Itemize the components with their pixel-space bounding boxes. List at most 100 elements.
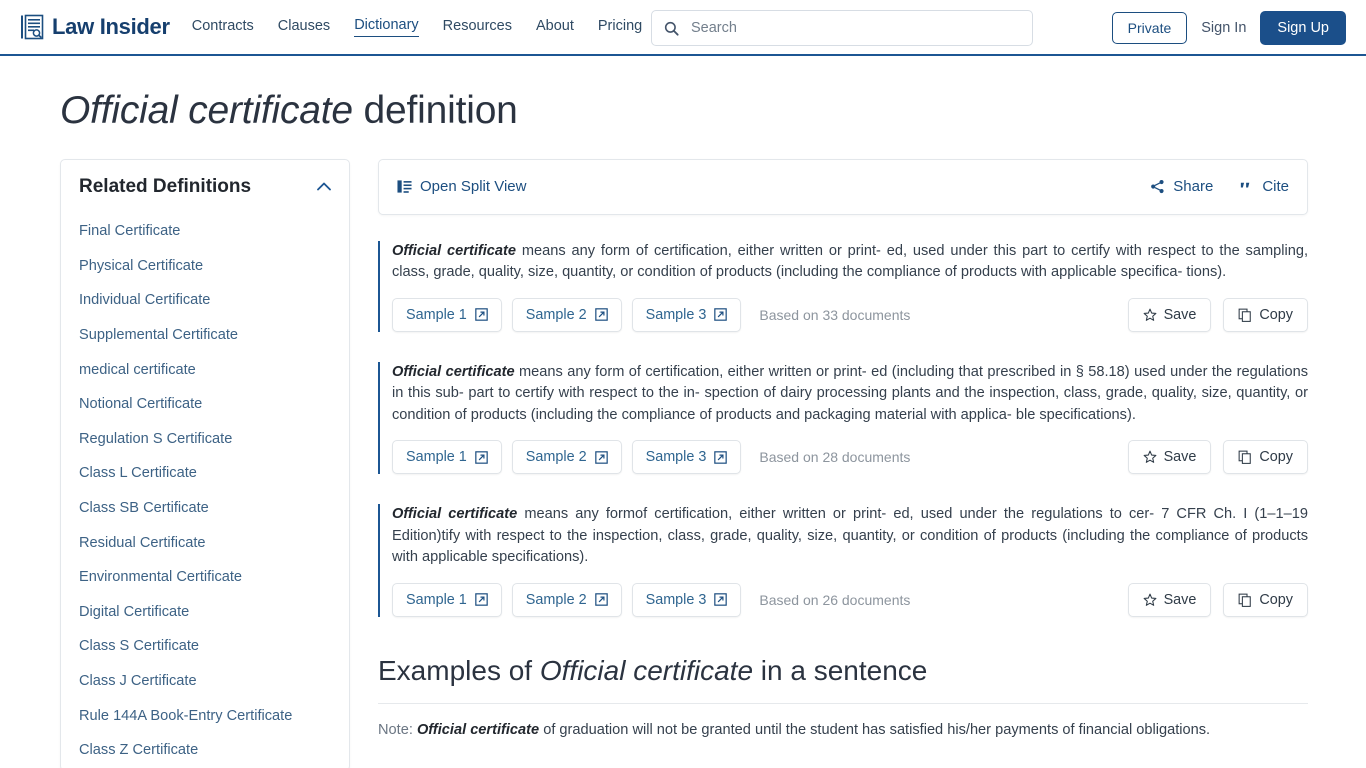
- sample-2-button[interactable]: Sample 2: [511, 440, 622, 475]
- definition-actions: Sample 1 Sample 2: [392, 297, 1308, 332]
- sample-3-button[interactable]: Sample 3: [631, 297, 742, 332]
- external-link-icon: [714, 451, 728, 464]
- site-header: Law Insider Contracts Clauses Dictionary…: [0, 0, 1366, 56]
- page-title-suffix: definition: [352, 89, 518, 132]
- open-split-view-button[interactable]: Open Split View: [397, 178, 526, 195]
- definition-term: Official certificate: [392, 506, 518, 523]
- sample-3-label: Sample 3: [645, 591, 707, 608]
- definition-card: Official certificate means any form of c…: [378, 240, 1308, 332]
- sample-2-button[interactable]: Sample 2: [511, 582, 622, 617]
- share-icon: [1150, 179, 1165, 194]
- sample-2-button[interactable]: Sample 2: [511, 297, 622, 332]
- sidebar-item-supplemental-certificate[interactable]: Supplemental Certificate: [79, 318, 331, 353]
- sidebar-item-class-l-certificate[interactable]: Class L Certificate: [79, 456, 331, 491]
- external-link-icon: [594, 451, 608, 464]
- related-definitions-header[interactable]: Related Definitions: [61, 176, 349, 198]
- sidebar-item-regulation-s-certificate[interactable]: Regulation S Certificate: [79, 421, 331, 456]
- sample-1-button[interactable]: Sample 1: [392, 440, 502, 475]
- nav-item-resources[interactable]: Resources: [443, 18, 512, 37]
- sample-1-label: Sample 1: [406, 449, 467, 466]
- definition-card: Official certificate means any formof ce…: [378, 504, 1308, 617]
- sample-1-label: Sample 1: [406, 591, 467, 608]
- copy-button[interactable]: Copy: [1223, 297, 1308, 332]
- main-content: Open Split View Share Cite Official cert…: [378, 158, 1308, 756]
- main-nav: Contracts Clauses Dictionary Resources A…: [192, 17, 642, 37]
- page-title: Official certificate definition: [0, 56, 1366, 133]
- save-button[interactable]: Save: [1127, 297, 1212, 332]
- sample-3-button[interactable]: Sample 3: [631, 440, 742, 475]
- nav-item-clauses[interactable]: Clauses: [278, 18, 330, 37]
- nav-item-dictionary[interactable]: Dictionary: [354, 17, 419, 37]
- chevron-up-icon[interactable]: [317, 182, 331, 191]
- sidebar-item-notional-certificate[interactable]: Notional Certificate: [79, 387, 331, 422]
- sidebar-item-individual-certificate[interactable]: Individual Certificate: [79, 283, 331, 318]
- sample-1-button[interactable]: Sample 1: [392, 297, 502, 332]
- brand-name: Law Insider: [52, 14, 170, 39]
- save-label: Save: [1163, 591, 1197, 608]
- based-on-documents: Based on 28 documents: [759, 449, 911, 466]
- cite-button[interactable]: Cite: [1239, 178, 1289, 195]
- external-link-icon: [594, 593, 608, 607]
- nav-item-pricing[interactable]: Pricing: [598, 18, 642, 37]
- sidebar-item-class-sb-certificate[interactable]: Class SB Certificate: [79, 491, 331, 526]
- example-note-text: of graduation will not be granted until …: [539, 721, 1211, 738]
- example-note-term: Official certificate: [416, 721, 540, 738]
- search-icon: [664, 21, 679, 36]
- copy-label: Copy: [1259, 306, 1293, 323]
- brand-logo[interactable]: Law Insider: [20, 14, 170, 40]
- external-link-icon: [475, 308, 488, 322]
- copy-button[interactable]: Copy: [1223, 440, 1308, 475]
- based-on-documents: Based on 33 documents: [759, 306, 911, 323]
- share-button[interactable]: Share: [1150, 178, 1213, 195]
- sample-2-label: Sample 2: [525, 591, 587, 608]
- external-link-icon: [475, 451, 488, 464]
- sidebar-item-digital-certificate[interactable]: Digital Certificate: [79, 594, 331, 629]
- save-button[interactable]: Save: [1127, 440, 1212, 475]
- quote-icon: [1239, 179, 1254, 194]
- sample-3-label: Sample 3: [645, 306, 707, 323]
- sample-3-button[interactable]: Sample 3: [631, 582, 742, 617]
- nav-item-contracts[interactable]: Contracts: [192, 18, 254, 37]
- sign-in-link[interactable]: Sign In: [1201, 20, 1246, 36]
- sample-1-button[interactable]: Sample 1: [392, 582, 502, 617]
- sidebar-item-physical-certificate[interactable]: Physical Certificate: [79, 248, 331, 283]
- copy-icon: [1238, 450, 1252, 465]
- sidebar-item-class-s-certificate[interactable]: Class S Certificate: [79, 629, 331, 664]
- definition-term: Official certificate: [392, 242, 517, 259]
- header-actions: Private Sign In Sign Up: [1111, 0, 1346, 56]
- split-view-icon: [397, 179, 412, 194]
- sidebar-item-environmental-certificate[interactable]: Environmental Certificate: [79, 560, 331, 595]
- search-box[interactable]: [651, 10, 1033, 46]
- private-button[interactable]: Private: [1111, 12, 1188, 44]
- sample-1-label: Sample 1: [406, 306, 467, 323]
- cite-label: Cite: [1262, 178, 1289, 196]
- definition-text: Official certificate means any formof ce…: [392, 504, 1308, 569]
- search-input[interactable]: [689, 19, 1020, 37]
- copy-button[interactable]: Copy: [1223, 582, 1308, 617]
- based-on-documents: Based on 26 documents: [759, 591, 911, 608]
- sidebar-item-class-j-certificate[interactable]: Class J Certificate: [79, 664, 331, 699]
- external-link-icon: [594, 308, 608, 322]
- save-label: Save: [1163, 306, 1197, 323]
- open-split-view-label: Open Split View: [420, 178, 527, 196]
- page-title-term: Official certificate: [60, 89, 353, 132]
- examples-heading-term: Official certificate: [539, 654, 754, 686]
- examples-heading-suffix: in a sentence: [753, 654, 928, 686]
- sample-2-label: Sample 2: [525, 306, 587, 323]
- nav-item-about[interactable]: About: [536, 18, 574, 37]
- examples-section: Examples of Official certificate in a se…: [378, 655, 1308, 741]
- sidebar-item-residual-certificate[interactable]: Residual Certificate: [79, 525, 331, 560]
- copy-label: Copy: [1259, 449, 1293, 466]
- save-button[interactable]: Save: [1127, 582, 1212, 617]
- definition-term: Official certificate: [392, 363, 515, 380]
- sidebar-item-rule-144a-book-entry-certificate[interactable]: Rule 144A Book-Entry Certificate: [79, 698, 331, 733]
- definition-body: means any form of certification, either …: [392, 363, 1308, 423]
- sign-up-button[interactable]: Sign Up: [1260, 11, 1346, 45]
- external-link-icon: [714, 593, 728, 607]
- sidebar-item-medical-certificate[interactable]: medical certificate: [79, 352, 331, 387]
- examples-heading-prefix: Examples of: [378, 654, 540, 686]
- external-link-icon: [714, 308, 728, 322]
- sidebar-item-final-certificate[interactable]: Final Certificate: [79, 214, 331, 249]
- sidebar-item-class-z-certificate[interactable]: Class Z Certificate: [79, 733, 331, 768]
- definition-text: Official certificate means any form of c…: [392, 362, 1308, 427]
